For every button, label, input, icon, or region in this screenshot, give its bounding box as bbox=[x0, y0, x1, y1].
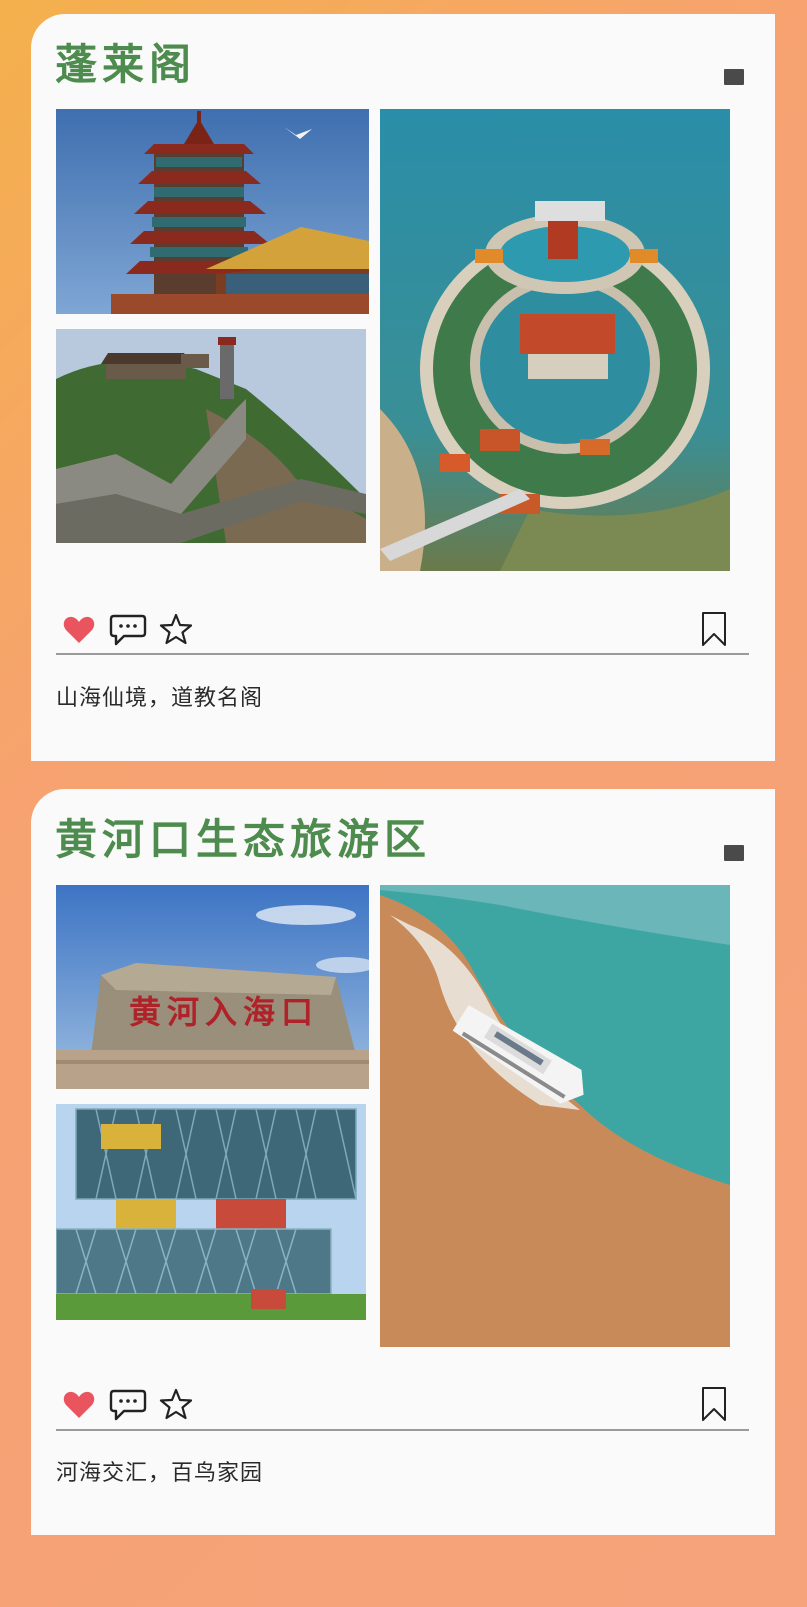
comment-icon[interactable] bbox=[107, 612, 149, 648]
menu-icon[interactable] bbox=[724, 69, 744, 85]
post-title: 黄河口生态旅游区 bbox=[55, 815, 432, 864]
comment-icon[interactable] bbox=[107, 1387, 149, 1423]
star-icon[interactable] bbox=[158, 1386, 194, 1422]
museum-building-photo[interactable] bbox=[56, 1104, 366, 1320]
stone-inscription: 黄河入海口 bbox=[129, 993, 319, 1031]
post-card-penglai: 蓬莱阁 山海仙境，道教名阁 bbox=[31, 14, 775, 761]
like-heart-icon[interactable] bbox=[61, 1389, 97, 1421]
post-caption: 河海交汇，百鸟家园 bbox=[56, 1461, 264, 1486]
bookmark-icon[interactable] bbox=[699, 1385, 729, 1423]
star-icon[interactable] bbox=[158, 611, 194, 647]
great-wall-hill-photo[interactable] bbox=[56, 329, 366, 543]
post-title: 蓬莱阁 bbox=[55, 40, 197, 89]
ferry-boat-estuary-photo[interactable] bbox=[380, 885, 730, 1347]
pavilion-tower-photo[interactable] bbox=[56, 109, 369, 314]
bookmark-icon[interactable] bbox=[699, 610, 729, 648]
like-heart-icon[interactable] bbox=[61, 614, 97, 646]
menu-icon[interactable] bbox=[724, 845, 744, 861]
island-temple-aerial-photo[interactable] bbox=[380, 109, 730, 571]
divider bbox=[56, 653, 749, 655]
divider bbox=[56, 1429, 749, 1431]
post-caption: 山海仙境，道教名阁 bbox=[56, 686, 264, 711]
yellow-river-stone-photo[interactable]: 黄河入海口 bbox=[56, 885, 369, 1089]
post-card-yellow-river: 黄河口生态旅游区 黄河入海口 河海交汇，百鸟家园 bbox=[31, 789, 775, 1535]
